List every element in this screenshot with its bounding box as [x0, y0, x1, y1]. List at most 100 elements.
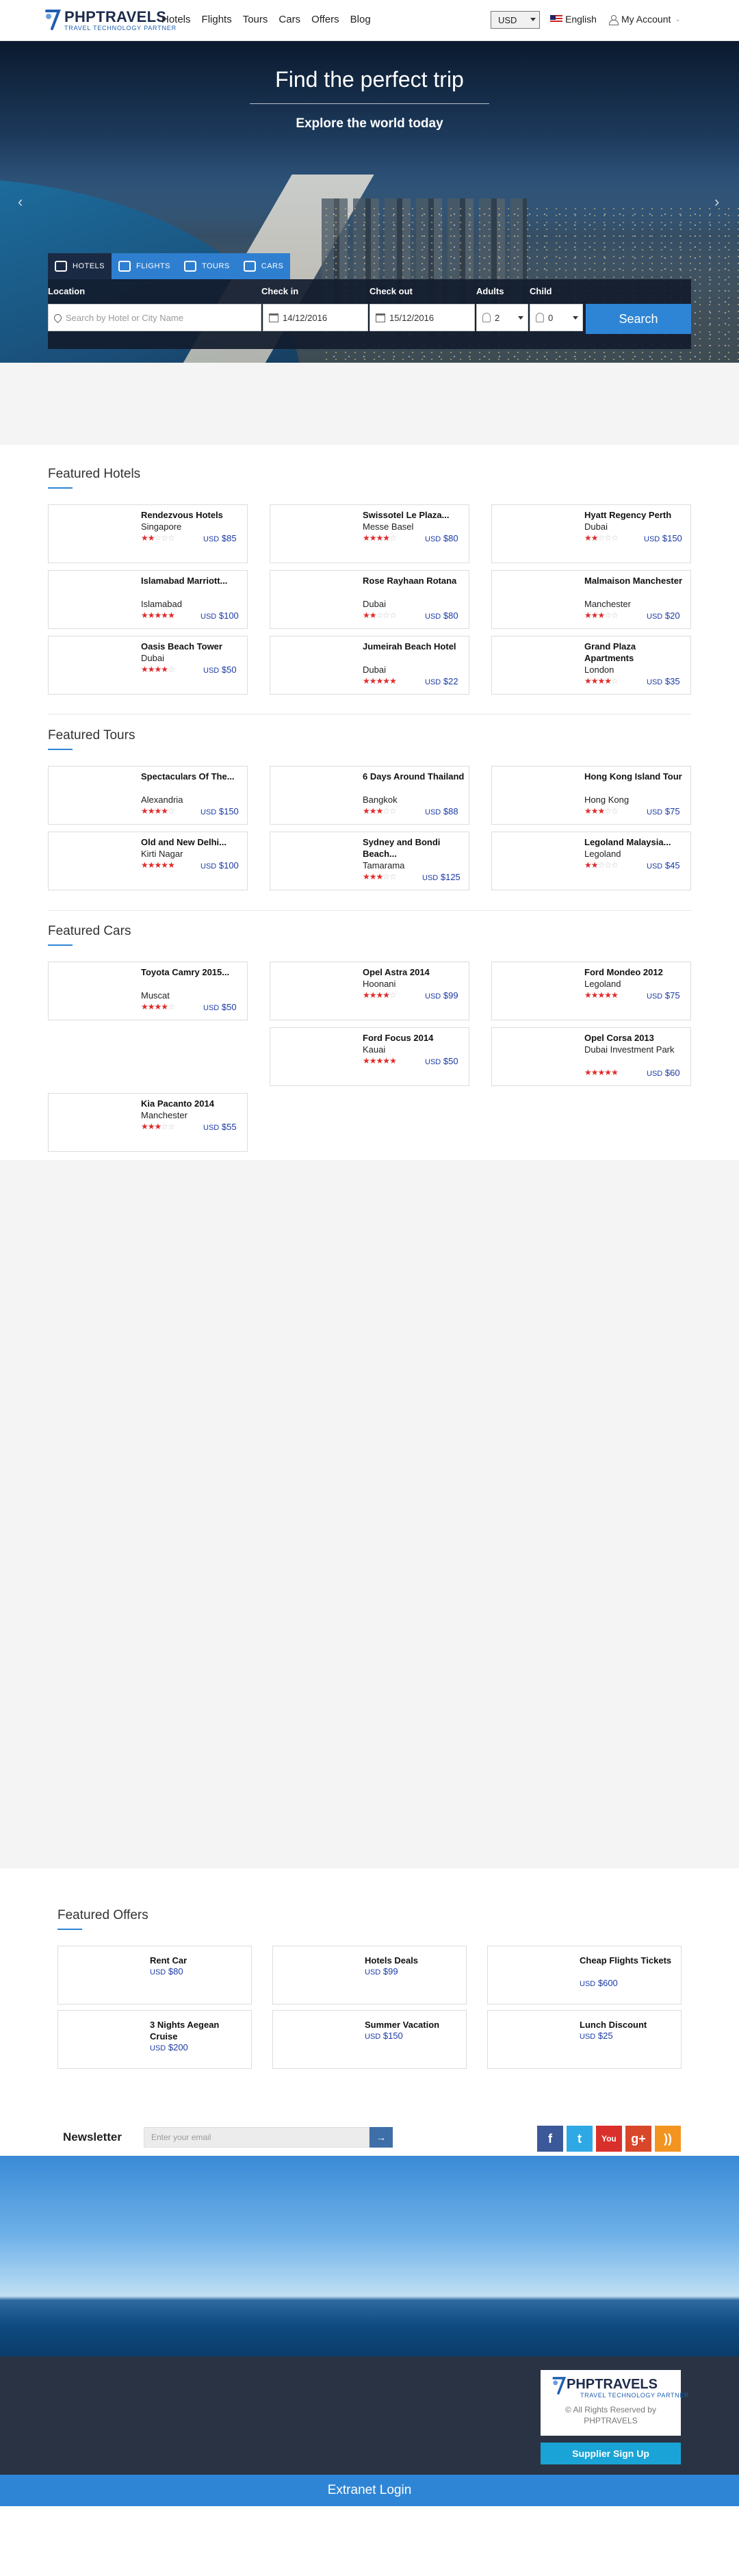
item-card[interactable]: Opel Astra 2014 Hoonani ★★★★☆ USD $99	[270, 962, 469, 1020]
item-name[interactable]: Toyota Camry 2015...	[141, 966, 244, 978]
item-card[interactable]: Jumeirah Beach Hotel Dubai ★★★★★ USD $22	[270, 636, 469, 695]
offer-card[interactable]: Cheap Flights Tickets USD $600	[487, 1946, 682, 2005]
brand-logo[interactable]: PHPTRAVELS TRAVEL TECHNOLOGY PARTNER	[42, 7, 176, 34]
item-thumbnail[interactable]	[496, 575, 578, 624]
tab-flights[interactable]: FLIGHTS	[112, 253, 177, 279]
item-name[interactable]: Opel Astra 2014	[363, 966, 465, 978]
item-name[interactable]: Rendezvous Hotels	[141, 509, 244, 521]
item-name[interactable]: Ford Focus 2014	[363, 1032, 465, 1044]
item-thumbnail[interactable]	[274, 966, 356, 1016]
item-card[interactable]: Islamabad Marriott... Islamabad ★★★★★ USD $…	[48, 570, 248, 629]
offer-name[interactable]: Hotels Deals	[365, 1955, 461, 1966]
checkin-input[interactable]: 14/12/2016	[263, 304, 368, 331]
item-thumbnail[interactable]	[274, 641, 356, 690]
nav-blog[interactable]: Blog	[350, 14, 371, 27]
item-thumbnail[interactable]	[274, 509, 356, 558]
item-card[interactable]: Toyota Camry 2015... Muscat ★★★★☆ USD $50	[48, 962, 248, 1020]
item-thumbnail[interactable]	[496, 771, 578, 820]
item-card[interactable]: Hong Kong Island Tour Hong Kong ★★★☆☆ USD $…	[491, 766, 691, 825]
item-name[interactable]: Rose Rayhaan Rotana	[363, 575, 465, 587]
item-thumbnail[interactable]	[496, 641, 578, 690]
item-card[interactable]: Sydney and Bondi Beach... Tamarama ★★★☆☆ US…	[270, 832, 469, 890]
item-card[interactable]: Grand Plaza Apartments London ★★★★☆ USD $35	[491, 636, 691, 695]
item-card[interactable]: Ford Mondeo 2012 Legoland ★★★★★ USD $75	[491, 962, 691, 1020]
item-thumbnail[interactable]	[53, 836, 135, 886]
offer-card[interactable]: Lunch Discount USD $25	[487, 2010, 682, 2069]
item-name[interactable]: Islamabad Marriott...	[141, 575, 244, 587]
item-name[interactable]: Spectaculars Of The...	[141, 771, 244, 782]
item-thumbnail[interactable]	[274, 836, 356, 886]
currency-select[interactable]: USD	[491, 11, 540, 29]
item-name[interactable]: Sydney and Bondi Beach...	[363, 836, 465, 860]
nav-flights[interactable]: Flights	[202, 14, 232, 27]
offer-name[interactable]: Rent Car	[150, 1955, 246, 1966]
item-thumbnail[interactable]	[496, 509, 578, 558]
item-thumbnail[interactable]	[53, 575, 135, 624]
item-name[interactable]: 6 Days Around Thailand	[363, 771, 465, 782]
google-plus-icon[interactable]: g+	[625, 2126, 651, 2152]
item-thumbnail[interactable]	[53, 641, 135, 690]
item-name[interactable]: Malmaison Manchester	[584, 575, 687, 587]
location-input[interactable]: Search by Hotel or City Name	[48, 304, 261, 331]
tab-hotels[interactable]: HOTELS	[48, 253, 112, 279]
item-thumbnail[interactable]	[53, 966, 135, 1016]
adults-select[interactable]: 2	[476, 304, 528, 331]
item-card[interactable]: Hyatt Regency Perth Dubai ★★☆☆☆ USD $150	[491, 504, 691, 563]
item-card[interactable]: 6 Days Around Thailand Bangkok ★★★☆☆ USD $8…	[270, 766, 469, 825]
item-card[interactable]: Swissotel Le Plaza... Messe Basel ★★★★☆ USD…	[270, 504, 469, 563]
nav-tours[interactable]: Tours	[243, 14, 268, 27]
offer-name[interactable]: Lunch Discount	[580, 2019, 675, 2031]
offer-name[interactable]: Summer Vacation	[365, 2019, 461, 2031]
my-account-menu[interactable]: My Account ⌄	[609, 14, 681, 25]
nav-cars[interactable]: Cars	[278, 14, 300, 27]
offer-card[interactable]: Summer Vacation USD $150	[272, 2010, 467, 2069]
item-name[interactable]: Old and New Delhi...	[141, 836, 244, 848]
supplier-signup-button[interactable]: Supplier Sign Up	[541, 2443, 681, 2464]
item-card[interactable]: Rendezvous Hotels Singapore ★★☆☆☆ USD $85	[48, 504, 248, 563]
item-name[interactable]: Jumeirah Beach Hotel	[363, 641, 465, 652]
twitter-icon[interactable]: t	[567, 2126, 593, 2152]
item-name[interactable]: Hyatt Regency Perth	[584, 509, 687, 521]
youtube-icon[interactable]: You	[596, 2126, 622, 2152]
newsletter-submit-button[interactable]: →	[370, 2127, 393, 2148]
offer-name[interactable]: 3 Nights Aegean Cruise	[150, 2019, 246, 2042]
item-thumbnail[interactable]	[274, 771, 356, 820]
item-card[interactable]: Spectaculars Of The... Alexandria ★★★★☆ USD…	[48, 766, 248, 825]
offer-card[interactable]: 3 Nights Aegean Cruise USD $200	[57, 2010, 252, 2069]
item-name[interactable]: Hong Kong Island Tour	[584, 771, 687, 782]
tab-cars[interactable]: CARS	[236, 253, 291, 279]
item-card[interactable]: Opel Corsa 2013 Dubai Investment Park ★★★★…	[491, 1027, 691, 1086]
item-thumbnail[interactable]	[274, 575, 356, 624]
item-card[interactable]: Ford Focus 2014 Kauai ★★★★★ USD $50	[270, 1027, 469, 1086]
item-name[interactable]: Kia Pacanto 2014	[141, 1098, 244, 1109]
item-thumbnail[interactable]	[496, 1032, 578, 1081]
item-name[interactable]: Ford Mondeo 2012	[584, 966, 687, 978]
language-select[interactable]: English	[550, 14, 597, 25]
nav-offers[interactable]: Offers	[311, 14, 339, 27]
item-card[interactable]: Oasis Beach Tower Dubai ★★★★☆ USD $50	[48, 636, 248, 695]
item-name[interactable]: Oasis Beach Tower	[141, 641, 244, 652]
item-thumbnail[interactable]	[53, 1098, 135, 1147]
item-card[interactable]: Malmaison Manchester Manchester ★★★☆☆ USD $…	[491, 570, 691, 629]
item-card[interactable]: Legoland Malaysia... Legoland ★★☆☆☆ USD $45	[491, 832, 691, 890]
nav-hotels[interactable]: Hotels	[161, 14, 191, 27]
child-select[interactable]: 0	[530, 304, 583, 331]
newsletter-email-input[interactable]: Enter your email	[144, 2127, 370, 2148]
rss-icon[interactable]: ))	[655, 2126, 681, 2152]
item-thumbnail[interactable]	[496, 966, 578, 1016]
item-name[interactable]: Opel Corsa 2013	[584, 1032, 687, 1044]
offer-name[interactable]: Cheap Flights Tickets	[580, 1955, 675, 1966]
item-name[interactable]: Legoland Malaysia...	[584, 836, 687, 848]
item-thumbnail[interactable]	[496, 836, 578, 886]
offer-card[interactable]: Hotels Deals USD $99	[272, 1946, 467, 2005]
item-thumbnail[interactable]	[53, 509, 135, 558]
item-card[interactable]: Kia Pacanto 2014 Manchester ★★★☆☆ USD $55	[48, 1093, 248, 1152]
item-thumbnail[interactable]	[53, 771, 135, 820]
item-name[interactable]: Swissotel Le Plaza...	[363, 509, 465, 521]
item-thumbnail[interactable]	[274, 1032, 356, 1081]
slider-next-icon[interactable]: ›	[714, 193, 719, 211]
facebook-icon[interactable]: f	[537, 2126, 563, 2152]
item-card[interactable]: Rose Rayhaan Rotana Dubai ★★☆☆☆ USD $80	[270, 570, 469, 629]
search-button[interactable]: Search	[586, 304, 691, 334]
item-card[interactable]: Old and New Delhi... Kirti Nagar ★★★★★ USD …	[48, 832, 248, 890]
